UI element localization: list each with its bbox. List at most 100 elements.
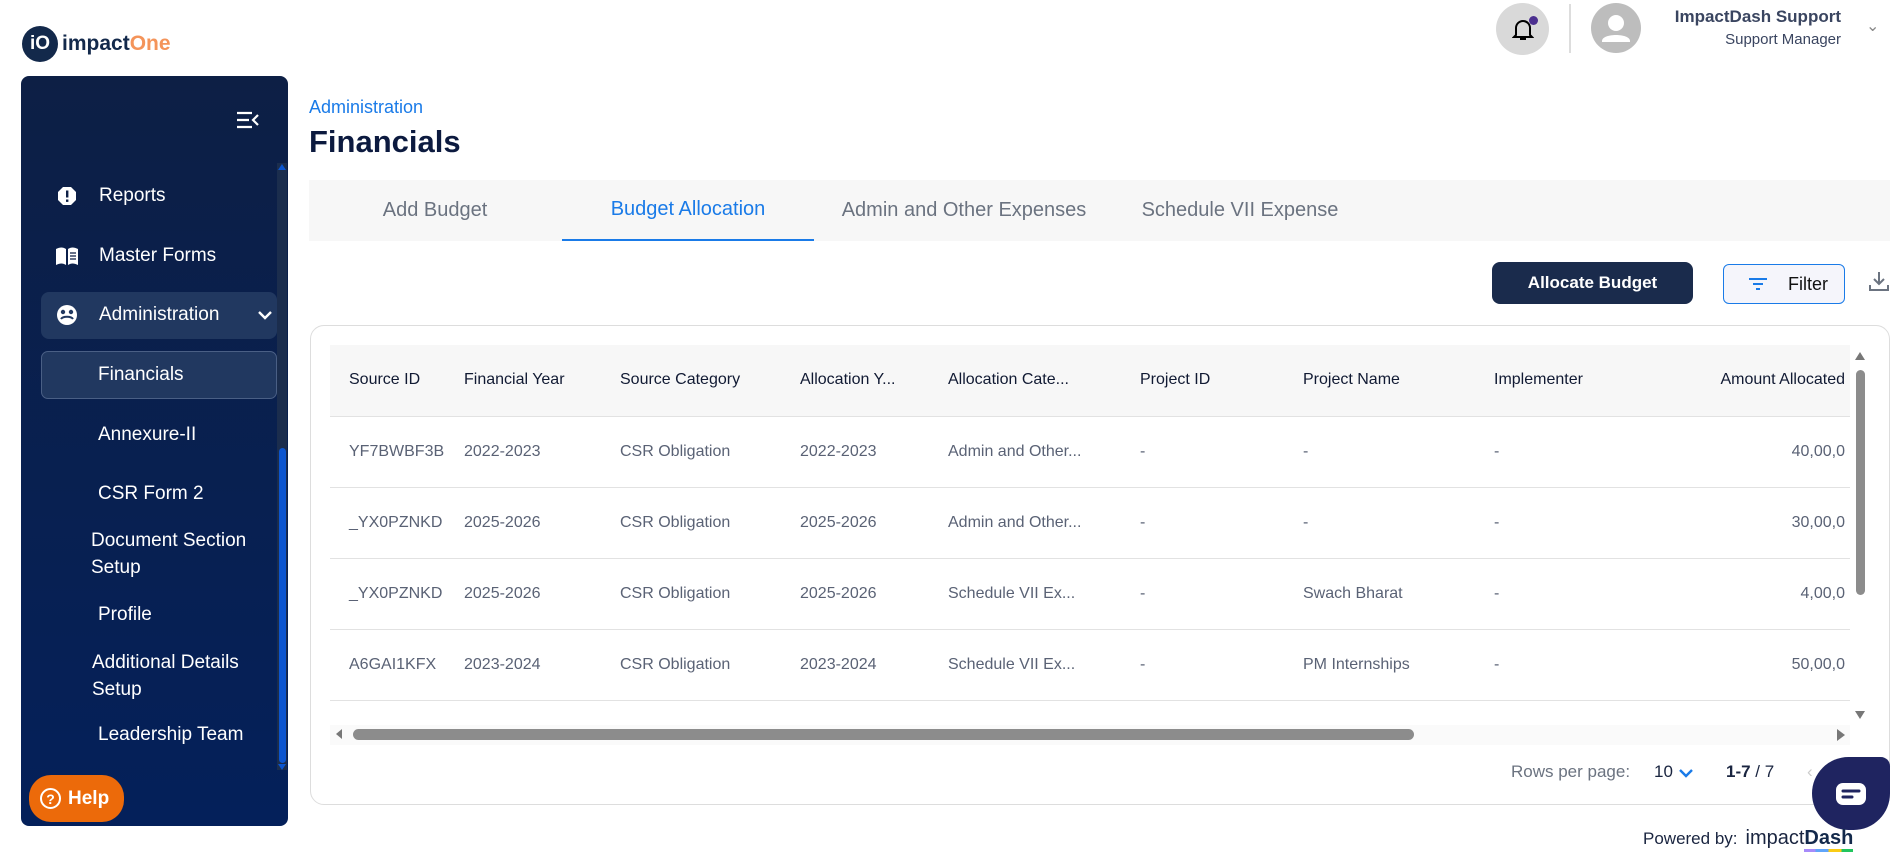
- table-cell: -: [1475, 558, 1675, 630]
- sidebar-subitem-financials-label[interactable]: Financials: [98, 361, 184, 388]
- table-cell: CSR Obligation: [601, 416, 781, 488]
- table-cell: -: [1475, 416, 1675, 488]
- table-cell: -: [1121, 416, 1284, 488]
- table-cell: 2023-2024: [781, 629, 929, 701]
- filter-icon: [1749, 278, 1767, 290]
- user-name[interactable]: ImpactDash Support: [1675, 7, 1841, 27]
- brand-dash: Dash: [1804, 827, 1854, 852]
- sidebar-subitem-document-section-setup[interactable]: Document Section Setup: [91, 527, 271, 581]
- chat-widget-button[interactable]: [1812, 757, 1890, 830]
- table-row[interactable]: YF7BWBF3B 2022-2023 CSR Obligation 2022-202…: [330, 416, 1850, 488]
- user-menu-chevron-icon[interactable]: ⌄: [1866, 16, 1879, 36]
- sidebar-scroll-down-icon[interactable]: [278, 764, 286, 770]
- table-row[interactable]: A6GAI1KFX 2023-2024 CSR Obligation 2023-202…: [330, 629, 1850, 701]
- column-header[interactable]: Allocation Y...: [781, 345, 929, 417]
- breadcrumb[interactable]: Administration: [309, 97, 423, 118]
- pagination-range: 1-7 / 7: [1726, 762, 1775, 781]
- sidebar-item-master-forms[interactable]: Master Forms: [21, 242, 216, 270]
- sidebar-scrollbar-thumb[interactable]: [279, 448, 286, 763]
- table-row[interactable]: _YX0PZNKD 2025-2026 CSR Obligation 2025-202…: [330, 558, 1850, 630]
- sidebar-subitem-additional-details-setup[interactable]: Additional Details Setup: [92, 649, 272, 703]
- app-logo[interactable]: iO impact One: [22, 26, 171, 62]
- sidebar-item-label: Reports: [99, 185, 166, 206]
- pagination-range-value: 1-7: [1726, 762, 1751, 781]
- sidebar-subitem-annexure[interactable]: Annexure-II: [98, 421, 196, 448]
- column-header[interactable]: Source ID: [330, 345, 445, 417]
- table-cell: 30,00,0: [1675, 487, 1850, 559]
- tab-bar: Add Budget Budget Allocation Admin and O…: [309, 180, 1890, 241]
- scroll-left-icon[interactable]: [336, 729, 342, 739]
- sidebar-subitem-leadership-team[interactable]: Leadership Team: [98, 721, 243, 748]
- tab-budget-allocation[interactable]: Budget Allocation: [562, 180, 814, 241]
- column-header[interactable]: Allocation Cate...: [929, 345, 1121, 417]
- table-cell: 2025-2026: [445, 487, 601, 559]
- table-vertical-scrollbar-thumb[interactable]: [1856, 370, 1865, 595]
- filter-button[interactable]: Filter: [1723, 264, 1845, 304]
- table-cell: CSR Obligation: [601, 558, 781, 630]
- table-cell: Admin and Other...: [929, 487, 1121, 559]
- help-label: Help: [68, 787, 110, 809]
- scroll-right-icon[interactable]: [1837, 729, 1845, 741]
- column-header[interactable]: Project Name: [1284, 345, 1475, 417]
- table-cell: CSR Obligation: [601, 487, 781, 559]
- header-divider: [1569, 4, 1571, 53]
- notifications-button[interactable]: [1496, 3, 1549, 55]
- column-header[interactable]: Project ID: [1121, 345, 1284, 417]
- table-cell: 2022-2023: [781, 416, 929, 488]
- scroll-down-icon[interactable]: [1855, 711, 1865, 719]
- logo-word-one: One: [129, 32, 171, 55]
- tab-add-budget[interactable]: Add Budget: [309, 180, 561, 241]
- sidebar-item-administration-label[interactable]: Administration: [21, 301, 277, 329]
- sidebar-scroll-up-icon[interactable]: [278, 164, 286, 170]
- column-header[interactable]: Financial Year: [445, 345, 601, 417]
- table-cell: A6GAI1KFX: [330, 629, 445, 701]
- allocate-budget-button[interactable]: Allocate Budget: [1492, 262, 1693, 304]
- page-title: Financials: [309, 124, 461, 159]
- tab-admin-other-expenses[interactable]: Admin and Other Expenses: [819, 180, 1109, 241]
- table-cell: Schedule VII Ex...: [929, 558, 1121, 630]
- column-header[interactable]: Amount Allocated: [1675, 345, 1850, 417]
- book-icon: [54, 246, 80, 266]
- filter-label: Filter: [1788, 273, 1828, 294]
- table-cell: -: [1121, 558, 1284, 630]
- download-icon[interactable]: [1868, 270, 1890, 292]
- avatar[interactable]: [1591, 3, 1641, 53]
- table-cell: CSR Obligation: [601, 629, 781, 701]
- admin-icon: [54, 304, 80, 326]
- collapse-sidebar-icon[interactable]: [236, 111, 260, 129]
- sidebar-item-label: Administration: [99, 304, 220, 325]
- allocation-table: Source ID Financial Year Source Category Al…: [330, 345, 1850, 715]
- table-cell: PM Internships: [1284, 629, 1475, 701]
- rows-per-page-select[interactable]: 10: [1654, 762, 1673, 782]
- table-cell: _YX0PZNKD: [330, 558, 445, 630]
- table-cell: Swach Bharat: [1284, 558, 1475, 630]
- table-cell: -: [1284, 416, 1475, 488]
- prev-page-icon[interactable]: ‹: [1807, 762, 1813, 782]
- pagination-total: 7: [1764, 762, 1775, 781]
- help-button[interactable]: ? Help: [29, 775, 124, 822]
- column-header[interactable]: Source Category: [601, 345, 781, 417]
- chat-icon: [1836, 782, 1866, 805]
- sidebar: Reports Master Forms Administration Fina…: [21, 76, 288, 826]
- sidebar-subitem-csr-form-2[interactable]: CSR Form 2: [98, 480, 204, 507]
- sidebar-subitem-profile[interactable]: Profile: [98, 601, 152, 628]
- table-cell: _YX0PZNKD: [330, 487, 445, 559]
- column-header[interactable]: Implementer: [1475, 345, 1675, 417]
- impactdash-logo: impactDash: [1745, 827, 1854, 852]
- table-horizontal-scrollbar-thumb[interactable]: [353, 729, 1414, 740]
- table-cell: -: [1475, 629, 1675, 701]
- powered-by-label: Powered by:: [1643, 829, 1738, 848]
- user-role: Support Manager: [1725, 31, 1841, 48]
- table-cell: 4,00,0: [1675, 558, 1850, 630]
- tab-schedule-vii-expense[interactable]: Schedule VII Expense: [1119, 180, 1361, 241]
- chevron-down-icon[interactable]: [1678, 767, 1694, 779]
- scroll-up-icon[interactable]: [1855, 352, 1865, 360]
- table-cell: 2023-2024: [445, 629, 601, 701]
- brand-impact: impact: [1745, 827, 1805, 849]
- chevron-down-icon: [258, 311, 272, 320]
- sidebar-item-reports[interactable]: Reports: [21, 182, 166, 210]
- table-cell: Admin and Other...: [929, 416, 1121, 488]
- table-row[interactable]: _YX0PZNKD 2025-2026 CSR Obligation 2025-202…: [330, 487, 1850, 559]
- table-cell: -: [1121, 629, 1284, 701]
- question-circle-icon: ?: [40, 788, 61, 809]
